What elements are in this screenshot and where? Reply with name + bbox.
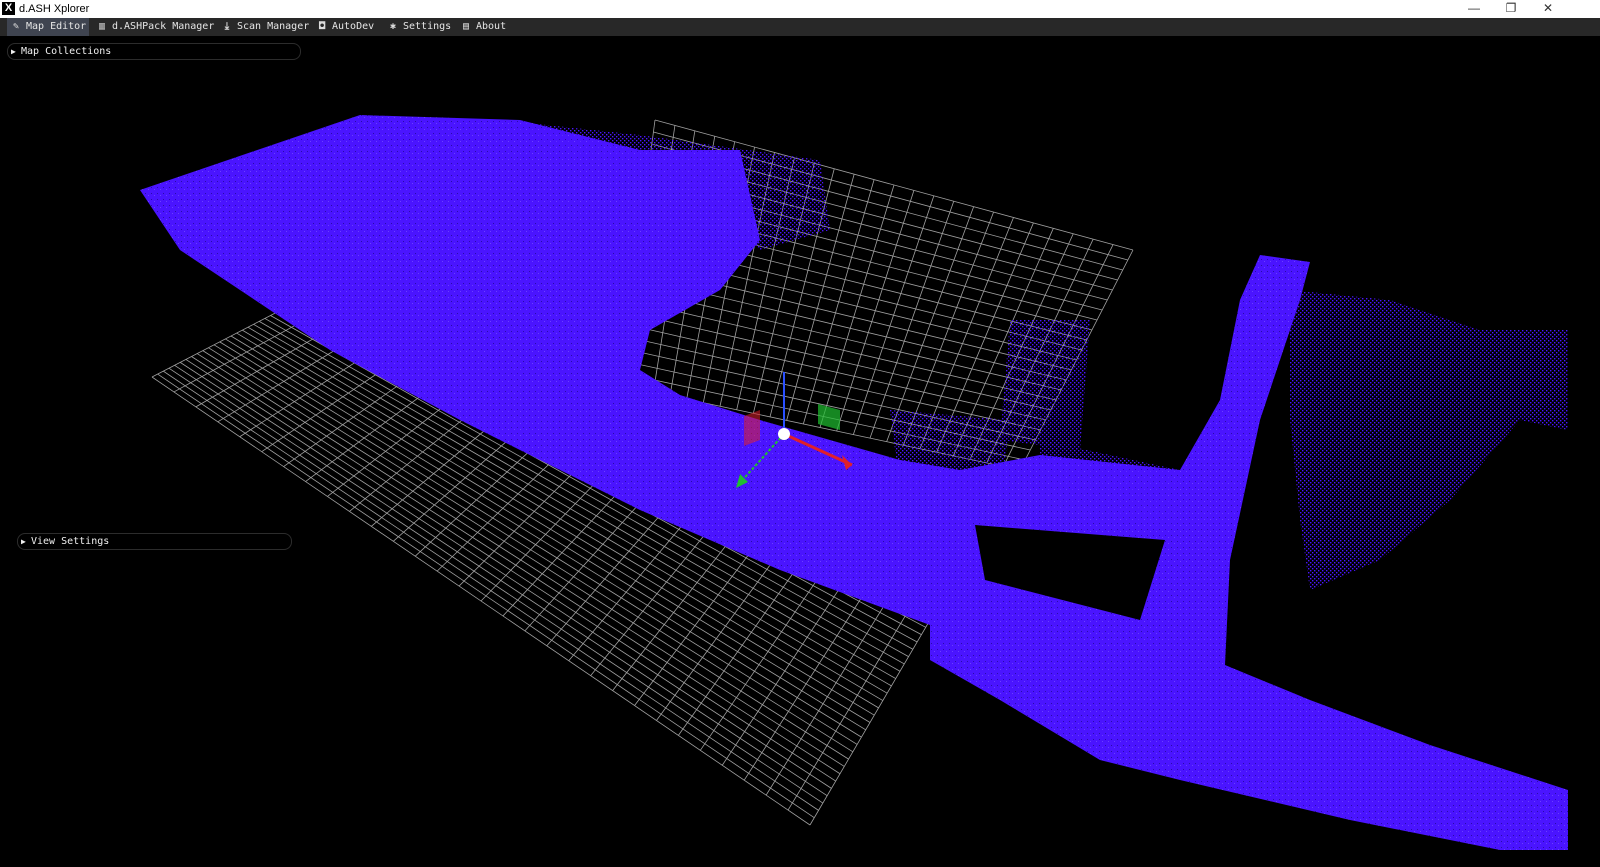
window-title: d.ASH Xplorer (19, 3, 90, 15)
edit-icon: ✎ (12, 21, 20, 32)
gizmo-origin-handle[interactable] (778, 428, 790, 440)
menu-settings[interactable]: ✱ Settings (387, 18, 451, 36)
view-settings-panel-header[interactable]: ▶ View Settings (17, 533, 292, 550)
menu-label: Map Editor (26, 21, 87, 32)
menu-scan-manager[interactable]: ⤓ Scan Manager (221, 18, 309, 36)
grid-line (631, 300, 1057, 401)
menu-label: Settings (403, 21, 452, 32)
menu-autodev[interactable]: ◘ AutoDev (316, 18, 374, 36)
minimize-button[interactable]: — (1456, 0, 1492, 18)
restore-button[interactable]: ❐ (1493, 0, 1529, 18)
title-bar: X d.ASH Xplorer — ❐ ✕ (0, 0, 1600, 18)
expand-arrow-icon: ▶ (11, 47, 16, 56)
close-button[interactable]: ✕ (1530, 0, 1566, 18)
menu-about[interactable]: ▤ About (460, 18, 506, 36)
download-icon: ⤓ (224, 21, 230, 32)
gear-icon: ✱ (389, 21, 397, 32)
view-settings-label: View Settings (31, 536, 110, 547)
robot-icon: ◘ (318, 21, 326, 32)
plane-yz-handle[interactable] (744, 410, 760, 446)
expand-arrow-icon: ▶ (21, 537, 26, 546)
map-collections-panel-header[interactable]: ▶ Map Collections (7, 43, 301, 60)
point-cloud-upper-room (1000, 320, 1090, 450)
menu-dashpack-manager[interactable]: ▥ d.ASHPack Manager (96, 18, 214, 36)
map-3d-viewport[interactable] (0, 36, 1600, 867)
menu-map-editor[interactable]: ✎ Map Editor (7, 18, 90, 36)
point-cloud-shelves (890, 410, 1010, 500)
id-card-icon: ▤ (462, 21, 470, 32)
main-menu-bar: ✎ Map Editor ▥ d.ASHPack Manager ⤓ Scan Man… (0, 18, 1600, 36)
map-icon: ▥ (98, 21, 106, 32)
menu-label: d.ASHPack Manager (112, 21, 215, 32)
menu-label: AutoDev (332, 21, 375, 32)
point-cloud-right-wing (1290, 290, 1568, 590)
app-logo-icon: X (2, 2, 15, 15)
menu-label: About (476, 21, 507, 32)
map-collections-label: Map Collections (21, 46, 112, 57)
menu-label: Scan Manager (237, 21, 310, 32)
point-cloud (140, 115, 1568, 850)
